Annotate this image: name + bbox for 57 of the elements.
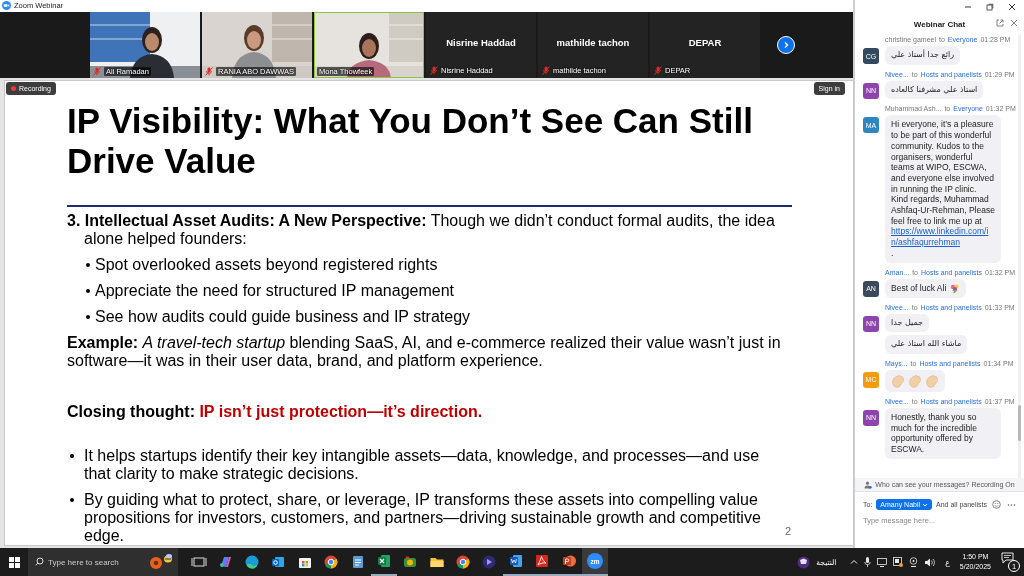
message-text: Honestly, thank you so much for the incredible opportunity offered by ESCWA. <box>885 407 1001 459</box>
chevron-right-icon <box>782 40 790 49</box>
flower-icon <box>949 282 961 294</box>
bullet-dot <box>70 454 74 458</box>
webcam-icon[interactable] <box>909 557 919 567</box>
bullet-dot <box>70 498 74 502</box>
muted-mic-icon <box>542 65 550 75</box>
clapping-hands-icon <box>925 373 939 388</box>
message-text: Hi everyone, it’s a pleasure to be part of this wonderful community. Kudos to the organisers, wonderful teams at WIPO, ESCWA, and everyone else involved in running the IP clinic. Kind regards, Muhammad Ashfaq-Ur-Rehman, Please feel free to link me up at https://www.linkedin.com/in/ashfaqurrehman . <box>885 115 1001 263</box>
participant-title: DEPAR <box>687 36 723 48</box>
profile-link[interactable]: https://www.linkedin.com/in/ashfaqurrehman <box>891 226 995 248</box>
bullet-dot <box>86 289 90 293</box>
bullet-dot <box>86 263 90 267</box>
message-text: جميل جدا <box>885 313 929 333</box>
search-field[interactable]: Type here to search <box>28 548 178 576</box>
person-lock-icon <box>864 480 873 489</box>
search-icon <box>35 557 44 566</box>
bullet-text: See how audits could guide business and IP strategy <box>95 308 472 326</box>
page-number: 2 <box>784 525 791 537</box>
muted-mic-icon <box>430 65 438 75</box>
windows-logo-icon <box>8 556 20 568</box>
participant-title: Nisrine Haddad <box>445 36 517 48</box>
caret-icon <box>922 501 929 508</box>
microphone-icon[interactable] <box>864 557 872 567</box>
bullet-text: It helps startups identify their key intangible assets—data, knowledge, and processes—and use that clarity to make strategic decisions. <box>84 447 761 483</box>
pop-out-icon[interactable] <box>996 19 1004 27</box>
closing-thought: Closing thought: IP isn’t just protection—it’s direction. <box>67 403 484 421</box>
bullet-text: Spot overlooked assets beyond registered rights <box>95 256 439 274</box>
message-text: ماشاء الله استاذ علي <box>885 335 968 354</box>
bullet-text: Appreciate the need for structured IP management <box>95 282 456 300</box>
muted-mic-icon <box>205 66 213 76</box>
muted-mic-icon <box>654 65 662 75</box>
next-page-button[interactable] <box>777 35 795 54</box>
chat-title: Webinar Chat <box>913 20 966 29</box>
clapping-hands-icon <box>908 373 922 388</box>
bullet-text: By guiding what to protect, share, or leverage, IP transforms these assets into compelling value propositions for investors, customers, and partners—driving sustainable growth and competitive edge. <box>84 491 762 545</box>
bullet-dot <box>86 315 90 319</box>
message-text: Best of luck Ali <box>891 282 947 294</box>
slide-title: IP Visibility: What You Don’t See Can Still Drive Value <box>67 101 754 181</box>
close-icon[interactable] <box>1008 3 1016 11</box>
clapping-hands-icon <box>891 373 905 388</box>
message-text: استاذ علي مشرفنا كالعاده <box>885 80 984 100</box>
chevron-up-icon[interactable] <box>850 558 859 566</box>
screen-icon[interactable] <box>893 557 904 567</box>
restore-icon[interactable] <box>986 3 994 11</box>
minimize-icon[interactable] <box>964 3 972 11</box>
slide-paragraph: 3. Intellectual Asset Audits: A New Perspective: Though we didn’t conduct formal audits, the idea alone helped founders: <box>67 212 776 248</box>
flower-icon <box>147 553 175 571</box>
more-icon[interactable] <box>1007 502 1016 507</box>
participant-title: mathilde tachon <box>555 36 631 48</box>
speaker-icon[interactable] <box>924 557 936 567</box>
emoji-icon[interactable] <box>992 500 1001 509</box>
message-text: رائع جدا أستاذ علي <box>885 46 960 65</box>
muted-mic-icon <box>93 66 101 76</box>
sports-ball-icon[interactable] <box>797 555 811 569</box>
slide-paragraph: Example: A travel-tech startup blending SaaS, AI, and e-commerce realized their value wasn’t just in software—it was in their user data, brand, and platform experience. <box>67 334 782 370</box>
scrollbar-thumb[interactable] <box>1018 405 1021 441</box>
